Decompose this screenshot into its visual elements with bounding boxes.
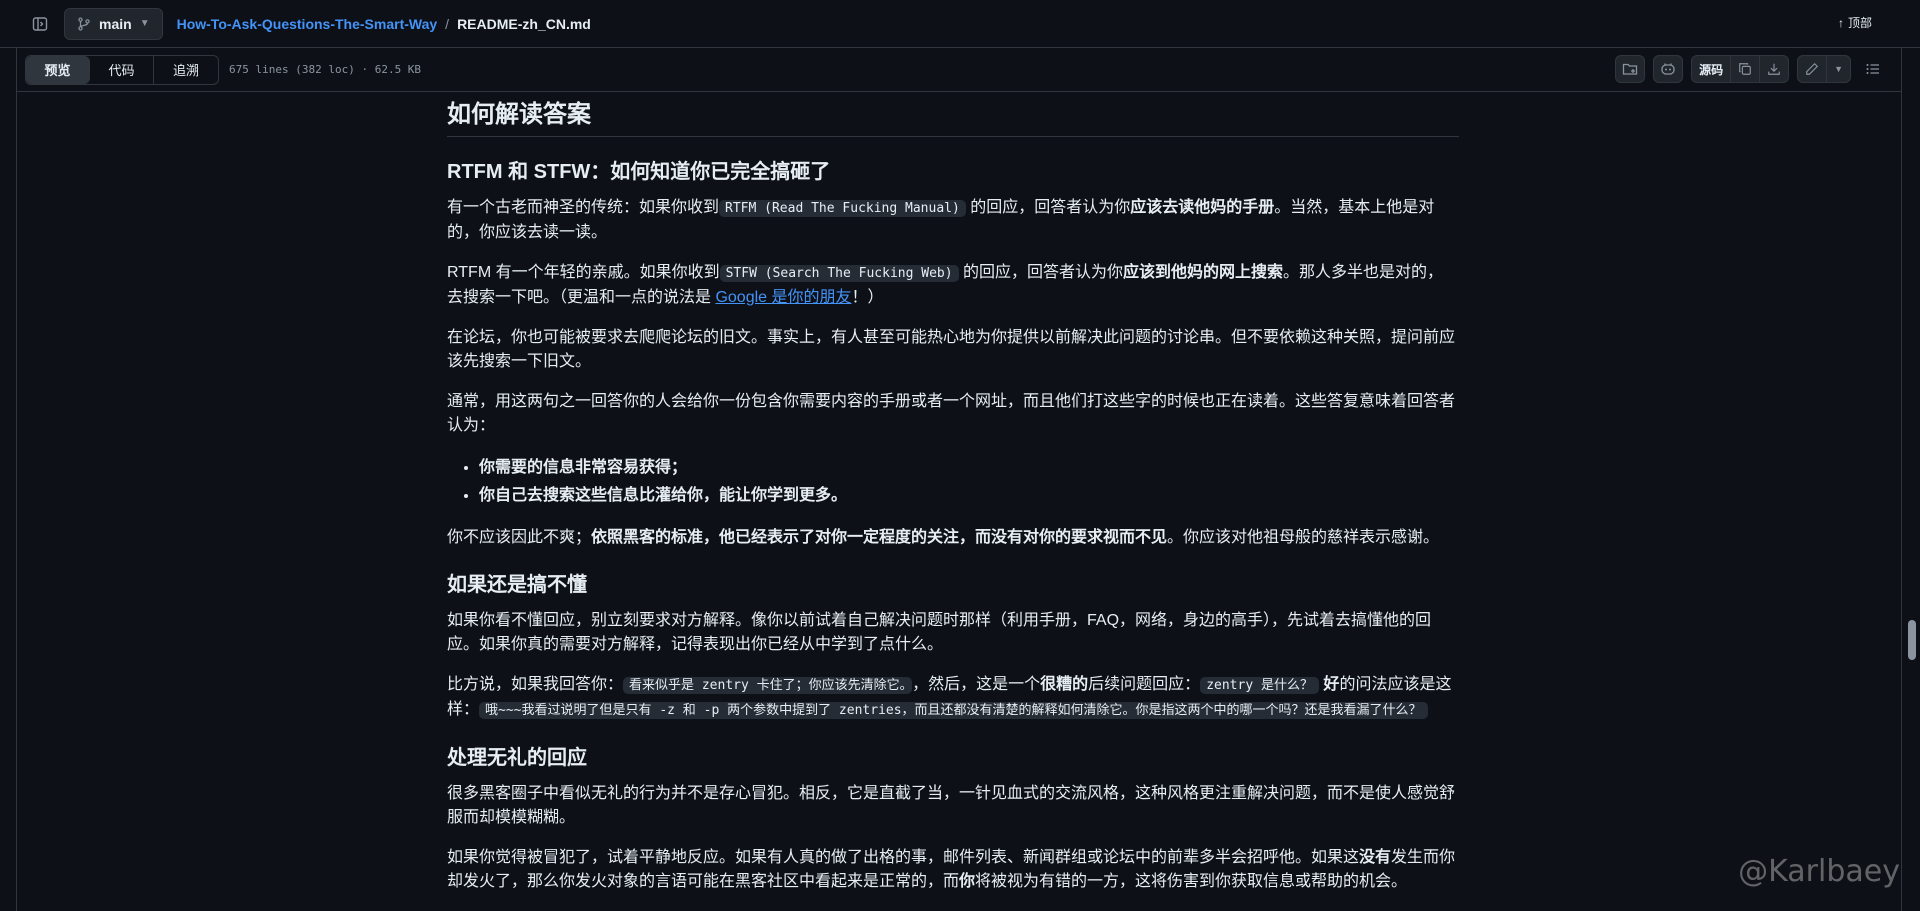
pencil-icon (1806, 62, 1819, 75)
outline-button[interactable] (1859, 55, 1887, 83)
file-toolbar: 预览 代码 追溯 675 lines (382 loc) · 62.5 KB 源… (16, 48, 1902, 92)
watermark: @Karlbaey (1738, 854, 1900, 889)
paragraph-offended: 如果你觉得被冒犯了，试着平静地反应。如果有人真的做了出格的事，邮件列表、新闻群组… (447, 849, 1456, 890)
copy-raw-button[interactable] (1731, 56, 1761, 82)
raw-copy-download-group: 源码 (1691, 55, 1790, 83)
edit-file-button[interactable] (1798, 56, 1828, 82)
chevron-down-icon: ▼ (139, 18, 150, 29)
inline-code-what-is-zentry: zentry 是什么？ (1200, 677, 1319, 694)
file-stats: 675 lines (382 loc) · 62.5 KB (229, 63, 422, 76)
paragraph-usually: 通常，用这两句之一回答你的人会给你一份包含你需要内容的手册或者一个网址，而且他们… (447, 393, 1456, 434)
copy-icon (1739, 63, 1751, 75)
file-actions: 源码 ▼ (1615, 55, 1887, 83)
breadcrumb-separator: / (445, 15, 450, 32)
heading-rude-responses: 处理无礼的回应 (447, 747, 587, 769)
download-icon (1768, 63, 1780, 75)
heading-rtfm-stfw: RTFM 和 STFW：如何知道你已完全搞砸了 (447, 161, 831, 183)
back-to-top-button[interactable]: ↑ 顶部 (1838, 14, 1872, 31)
edit-group: ▼ (1797, 55, 1851, 83)
inline-code-zentry-stuck: 看来似乎是 zentry 卡住了；你应该先清除它。 (623, 677, 913, 694)
back-to-top-label: 顶部 (1847, 16, 1872, 30)
section-heading-how-to-read-answers: 如何解读答案 (447, 100, 1459, 137)
inline-code-stfw: STFW (Search The Fucking Web) (719, 265, 959, 282)
heading-still-confused: 如果还是搞不懂 (447, 574, 587, 596)
paragraph-stfw: RTFM 有一个年轻的亲戚。如果你收到 STFW (Search The Fuck… (447, 264, 1444, 306)
inline-code-good-question: 哦~~~我看过说明了但是只有 -z 和 -p 两个参数中提到了 zentries… (479, 702, 1428, 719)
page-scrollbar-thumb[interactable] (1908, 620, 1916, 660)
sidebar-expand-icon (32, 16, 48, 31)
paragraph-example: 比方说，如果我回答你： 看来似乎是 zentry 卡住了；你应该先清除它。 ，然后，… (447, 676, 1452, 719)
symbols-panel-button[interactable] (1615, 55, 1646, 83)
paragraph-dont-be-upset: 你不应该因此不爽；依照黑客的标准，他已经表示了对你一定程度的关注，而没有对你的要… (447, 529, 1440, 546)
inline-code-rtfm: RTFM (Read The Fucking Manual) (719, 200, 966, 217)
download-button[interactable] (1760, 56, 1788, 82)
answer-meaning-list: 你需要的信息非常容易获得； 你自己去搜索这些信息比灌给你，能让你学到更多。 (479, 454, 1459, 510)
file-name: README-zh_CN.md (457, 15, 591, 32)
edit-options-dropdown[interactable]: ▼ (1827, 56, 1850, 82)
arrow-up-icon: ↑ (1837, 15, 1844, 30)
tab-blame[interactable]: 追溯 (154, 56, 218, 84)
folder-symbols-icon (1622, 63, 1638, 75)
chevron-down-icon: ▼ (1834, 64, 1843, 74)
breadcrumb: How-To-Ask-Questions-The-Smart-Way / REA… (177, 16, 591, 32)
view-mode-tabs: 预览 代码 追溯 (25, 54, 219, 85)
list-icon (1866, 64, 1879, 74)
markdown-body: 如何解读答案 RTFM 和 STFW：如何知道你已完全搞砸了 有一个古老而神圣的… (447, 92, 1459, 910)
copilot-icon (1661, 63, 1675, 75)
paragraph-forum: 在论坛，你也可能被要求去爬爬论坛的旧文。事实上，有人甚至可能热心地为你提供以前解… (447, 329, 1456, 370)
list-item: 你自己去搜索这些信息比灌给你，能让你学到更多。 (479, 482, 1459, 510)
copilot-button[interactable] (1653, 55, 1684, 83)
paragraph-dont-understand: 如果你看不懂回应，别立刻要求对方解释。像你以前试着自己解决问题时那样（利用手册，… (447, 612, 1432, 653)
git-branch-icon (78, 16, 90, 31)
repo-link[interactable]: How-To-Ask-Questions-The-Smart-Way (177, 16, 438, 32)
paragraph-rude-style: 很多黑客圈子中看似无礼的行为并不是存心冒犯。相反，它是直截了当，一针见血式的交流… (447, 785, 1456, 826)
sidebar-toggle-button[interactable] (26, 10, 54, 38)
branch-name: main (99, 15, 132, 32)
paragraph-rtfm: 有一个古老而神圣的传统：如果你收到 RTFM (Read The Fucking … (447, 199, 1435, 241)
tab-preview[interactable]: 预览 (26, 55, 90, 84)
repo-header: main ▼ How-To-Ask-Questions-The-Smart-Wa… (0, 0, 1920, 48)
branch-selector[interactable]: main ▼ (64, 7, 163, 40)
raw-button[interactable]: 源码 (1692, 56, 1732, 82)
google-friend-link[interactable]: Google 是你的朋友 (715, 289, 851, 306)
tab-code[interactable]: 代码 (90, 55, 154, 84)
list-item: 你需要的信息非常容易获得； (479, 454, 1459, 482)
